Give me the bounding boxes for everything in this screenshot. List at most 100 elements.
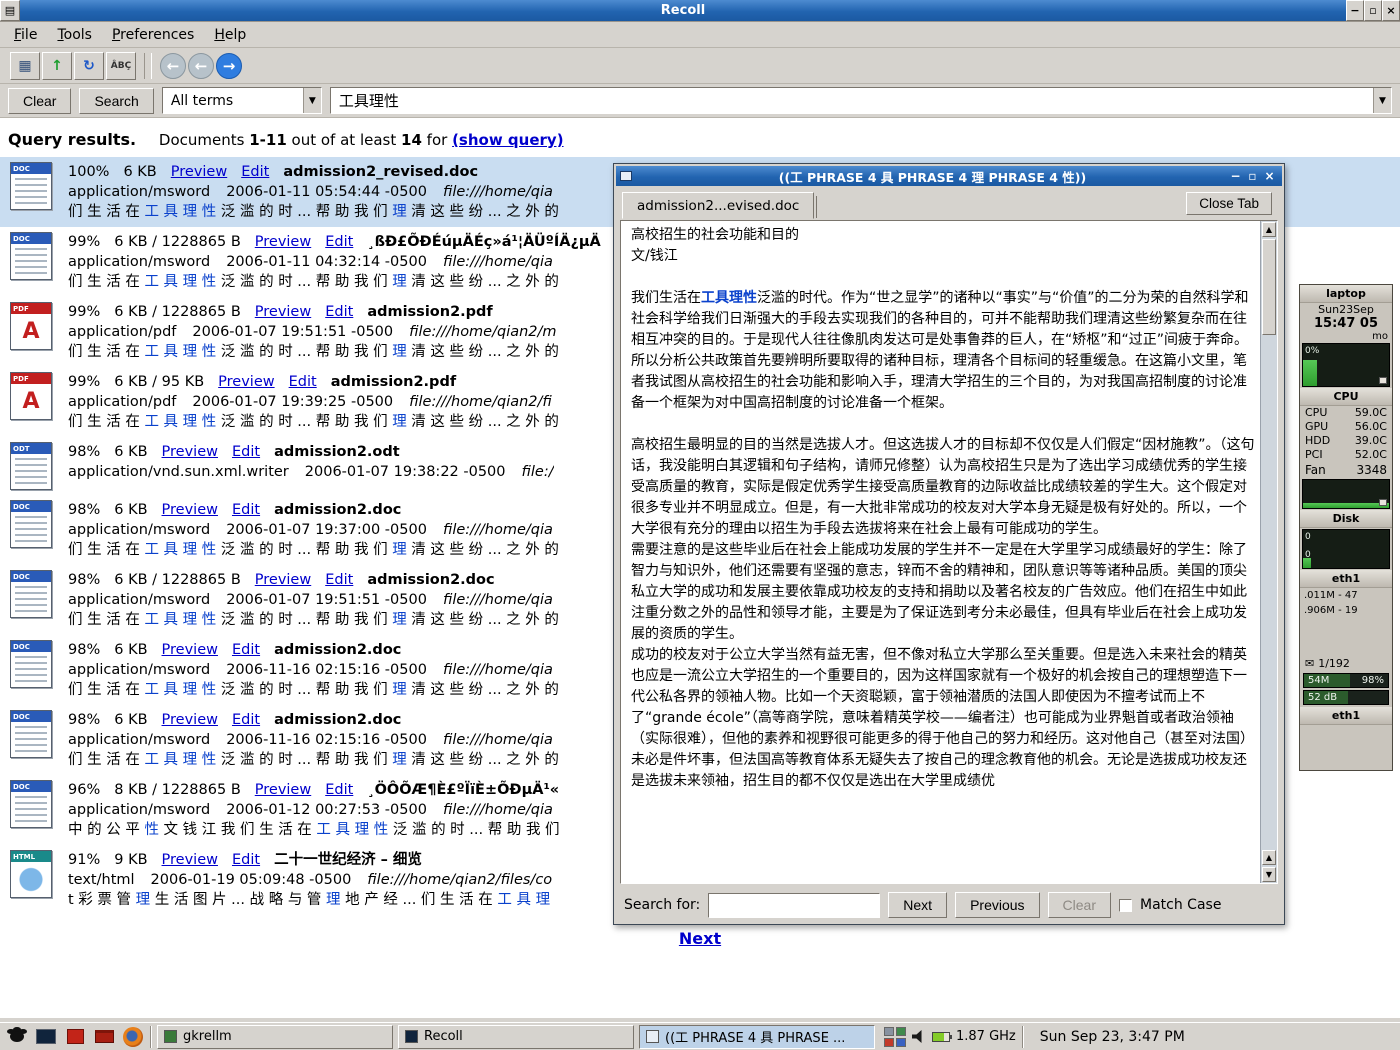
tray-icon[interactable] (896, 1038, 906, 1047)
close-tab-button[interactable]: Close Tab (1186, 192, 1272, 215)
match-case-checkbox[interactable] (1119, 899, 1132, 912)
result-snippet: 们 生 活 在 工 具 理 性 泛 滥 的 时 ... 帮 助 我 们 理 清 … (68, 610, 559, 630)
preview-link[interactable]: Preview (162, 502, 218, 518)
app-launcher-1[interactable] (63, 1025, 87, 1049)
edit-link[interactable]: Edit (232, 444, 260, 460)
next-page-icon[interactable]: → (216, 53, 242, 79)
edit-link[interactable]: Edit (325, 304, 353, 320)
window-menu-icon[interactable]: ▤ (0, 0, 20, 21)
gkrellm-hostname[interactable]: laptop (1300, 285, 1392, 303)
first-page-icon[interactable]: ← (160, 53, 186, 79)
query-detail-icon[interactable]: ▦ (10, 52, 40, 80)
search-mode-select[interactable]: All terms ▼ (162, 87, 322, 114)
cpu-section-label[interactable]: CPU (1300, 388, 1392, 406)
disk-section-label[interactable]: Disk (1300, 510, 1392, 528)
volume-icon[interactable] (912, 1030, 926, 1043)
preview-tab[interactable]: admission2...evised.doc (622, 192, 814, 219)
preview-clear-button[interactable]: Clear (1048, 892, 1111, 918)
edit-link[interactable]: Edit (232, 642, 260, 658)
chevron-down-icon[interactable]: ▼ (303, 88, 321, 113)
edit-link[interactable]: Edit (241, 164, 269, 180)
edit-link[interactable]: Edit (232, 712, 260, 728)
mail-row[interactable]: ✉ 1/192 (1300, 656, 1392, 671)
temp-name: CPU (1305, 406, 1327, 420)
preview-scrollbar[interactable]: ▲ ▲ ▼ (1260, 221, 1277, 883)
browser-launcher[interactable] (121, 1025, 145, 1049)
taskbar-task-button[interactable]: Recoll (398, 1025, 634, 1049)
taskbar-task-button[interactable]: gkrellm (157, 1025, 393, 1049)
preview-maximize-icon[interactable]: ▫ (1244, 169, 1261, 183)
search-input[interactable]: 工具理性 ▼ (330, 87, 1392, 114)
menu-tools[interactable]: Tools (49, 24, 100, 46)
result-score: 98% (68, 444, 100, 460)
edit-link[interactable]: Edit (289, 374, 317, 390)
tray-icon[interactable] (884, 1027, 894, 1036)
window-manager-launcher[interactable] (5, 1025, 29, 1049)
result-url: file:///home/qia (443, 522, 553, 538)
scrollbar-thumb[interactable] (1262, 239, 1276, 335)
maximize-icon[interactable]: ▫ (1364, 0, 1382, 21)
edit-link[interactable]: Edit (232, 852, 260, 868)
tray-icon[interactable] (884, 1038, 894, 1047)
gkrellm-bottom-label[interactable]: eth1 (1300, 707, 1392, 725)
app-launcher-2[interactable] (92, 1025, 116, 1049)
preview-document-text[interactable]: 高校招生的社会功能和目的文/钱江我们生活在工具理性泛滥的时代。作为“世之显学”的… (631, 225, 1255, 879)
net-stat-2: .906M - 19 (1300, 603, 1392, 618)
menu-help[interactable]: Help (206, 24, 254, 46)
menu-file[interactable]: File (6, 24, 45, 46)
term-explorer-icon[interactable]: ÂBÇ (106, 52, 136, 80)
search-button[interactable]: Search (79, 88, 153, 114)
titlebar-drag-area[interactable]: Recoll (20, 0, 1346, 21)
snippet-text: 泛 滥 的 时 ... 帮 助 我 们 (216, 752, 392, 768)
scroll-down-icon[interactable]: ▼ (1262, 867, 1276, 882)
next-page-link[interactable]: Next (679, 929, 721, 948)
close-icon[interactable]: × (1382, 0, 1400, 21)
update-index-icon[interactable]: ↻ (74, 52, 104, 80)
scroll-up-icon[interactable]: ▲ (1262, 222, 1276, 237)
preview-link[interactable]: Preview (162, 712, 218, 728)
result-mimetype: application/pdf (68, 394, 176, 410)
preview-close-icon[interactable]: × (1261, 169, 1278, 183)
edit-link[interactable]: Edit (325, 782, 353, 798)
preview-link[interactable]: Preview (255, 572, 311, 588)
taskbar-task-button[interactable]: ((工 PHRASE 4 具 PHRASE ... (639, 1025, 875, 1049)
show-query-link[interactable]: (show query) (452, 131, 563, 149)
net-section-label[interactable]: eth1 (1300, 570, 1392, 588)
result-mimetype: application/msword (68, 522, 210, 538)
preview-link[interactable]: Preview (218, 374, 274, 390)
preview-search-input[interactable] (708, 893, 880, 918)
terminal-launcher[interactable] (34, 1025, 58, 1049)
disk-chart[interactable]: 0 0 (1302, 529, 1390, 569)
tray-icon[interactable] (896, 1027, 906, 1036)
preview-link[interactable]: Preview (255, 304, 311, 320)
clear-button[interactable]: Clear (8, 88, 71, 114)
prev-page-icon[interactable]: ← (188, 53, 214, 79)
preview-link[interactable]: Preview (162, 852, 218, 868)
cpu-chart[interactable]: 0% (1302, 343, 1390, 387)
preview-link[interactable]: Preview (255, 234, 311, 250)
menu-preferences[interactable]: Preferences (104, 24, 202, 46)
preview-link[interactable]: Preview (255, 782, 311, 798)
chevron-down-icon[interactable]: ▼ (1373, 88, 1391, 113)
preview-titlebar[interactable]: ((工 PHRASE 4 具 PHRASE 4 理 PHRASE 4 性)) −… (616, 166, 1282, 186)
result-size: 6 KB / 95 KB (114, 374, 204, 390)
edit-link[interactable]: Edit (325, 572, 353, 588)
preview-next-button[interactable]: Next (888, 892, 947, 918)
preview-previous-button[interactable]: Previous (955, 892, 1039, 918)
minimize-icon[interactable]: − (1346, 0, 1364, 21)
preview-link[interactable]: Preview (171, 164, 227, 180)
fan-chart[interactable] (1302, 479, 1390, 509)
preview-tabbar: admission2...evised.doc Close Tab (614, 188, 1284, 218)
wireless-meter[interactable]: 52 dB (1303, 690, 1389, 705)
preview-minimize-icon[interactable]: − (1227, 169, 1244, 183)
edit-link[interactable]: Edit (325, 234, 353, 250)
scroll-up2-icon[interactable]: ▲ (1262, 850, 1276, 865)
highlighted-term: 理 (392, 612, 407, 628)
preview-link[interactable]: Preview (162, 444, 218, 460)
sort-icon[interactable]: ↑ (42, 52, 72, 80)
preview-link[interactable]: Preview (162, 642, 218, 658)
edit-link[interactable]: Edit (232, 502, 260, 518)
memory-meter[interactable]: 54M 98% (1303, 673, 1389, 688)
taskbar-clock[interactable]: Sun Sep 23, 3:47 PM (1030, 1029, 1193, 1045)
battery-icon[interactable] (932, 1032, 950, 1042)
